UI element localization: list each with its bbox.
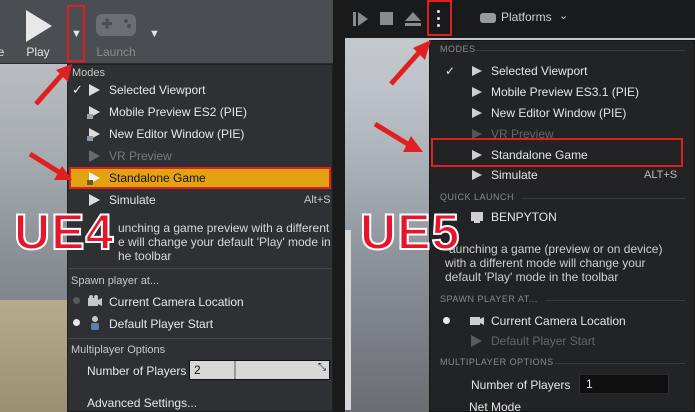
spawn-header: Spawn player at... [71, 275, 160, 287]
description-line-1: aunching a game (preview or on device) [449, 242, 663, 256]
launch-button-label: Launch [96, 45, 136, 59]
mode-new-editor-window[interactable]: New Editor Window (PIE) [491, 106, 626, 120]
play-button-label: Play [26, 45, 50, 59]
mode-selected-viewport[interactable]: Selected Viewport [491, 64, 588, 78]
mode-standalone-game[interactable]: Standalone Game [491, 148, 588, 162]
divider [545, 300, 685, 301]
camera-icon [88, 295, 102, 306]
mode-new-editor-window[interactable]: New Editor Window (PIE) [109, 127, 244, 141]
annotation-box [427, 0, 452, 36]
mode-standalone-game[interactable]: Standalone Game [109, 171, 206, 185]
description-line-2: e will change your default 'Play' mode i… [118, 235, 331, 249]
partial-toolbar-button[interactable]: e [0, 4, 8, 60]
spawn-default-player-start[interactable]: Default Player Start [109, 317, 213, 331]
description-line-3: he toolbar [118, 249, 172, 263]
launch-button[interactable]: Launch [90, 4, 142, 60]
annotation-arrow-icon [34, 64, 72, 106]
chevron-down-icon: ▼ [149, 28, 160, 40]
num-players-input[interactable]: 2 ⤡ [189, 360, 330, 380]
chevron-down-icon: ⌄ [559, 10, 569, 22]
spawn-current-camera[interactable]: Current Camera Location [109, 295, 244, 309]
spawn-current-camera[interactable]: Current Camera Location [491, 314, 626, 328]
ue4-panel: e Play ▼ Launch ▼ Modes ✓ Selected Viewp… [0, 0, 333, 412]
mobile-preview-icon [472, 87, 482, 97]
ue4-toolbar: e Play ▼ Launch ▼ [0, 0, 333, 64]
annotation-arrow-icon [389, 40, 431, 86]
radio-current-camera[interactable] [443, 317, 450, 324]
multiplayer-header: Multiplayer Options [71, 344, 166, 356]
viewport-sand [0, 300, 70, 412]
divider [521, 198, 685, 199]
mode-simulate[interactable]: Simulate [109, 193, 156, 207]
play-icon [472, 66, 482, 76]
num-players-label: Number of Players [87, 364, 187, 378]
stop-icon[interactable] [379, 11, 395, 27]
mobile-preview-icon [87, 106, 100, 119]
annotation-arrow-icon [28, 151, 72, 180]
ue5-toolbar: Platforms ⌄ [345, 0, 695, 38]
net-mode-label[interactable]: Net Mode [469, 400, 521, 412]
spawn-header: SPAWN PLAYER AT... [440, 294, 538, 304]
play-icon [89, 84, 100, 96]
multiplayer-header: MULTIPLAYER OPTIONS [440, 357, 554, 367]
mode-mobile-preview[interactable]: Mobile Preview ES2 (PIE) [109, 105, 247, 119]
standalone-icon [87, 172, 100, 185]
ue5-panel: Platforms ⌄ MODES ✓ Selected Viewport Mo… [345, 0, 695, 412]
radio-default-player-start[interactable] [73, 319, 80, 326]
quick-launch-header: QUICK LAUNCH [440, 192, 515, 202]
divider [475, 50, 685, 51]
annotation-box [67, 5, 85, 62]
num-players-value: 2 [194, 363, 201, 377]
viewport-edge [345, 230, 351, 410]
num-players-input[interactable]: 1 [579, 374, 669, 394]
platforms-label: Platforms [501, 10, 552, 24]
checkmark-icon: ✓ [445, 64, 456, 78]
divider [68, 338, 332, 339]
modes-header: MODES [440, 44, 476, 54]
player-start-icon [471, 335, 482, 347]
quick-launch-device[interactable]: BENPYTON [491, 210, 557, 224]
mode-selected-viewport[interactable]: Selected Viewport [109, 83, 206, 97]
num-players-label: Number of Players [471, 378, 571, 392]
camera-icon [470, 317, 484, 325]
partial-button-label: e [0, 45, 5, 59]
simulate-icon [472, 170, 482, 180]
player-start-icon [91, 316, 99, 330]
device-icon [471, 212, 483, 223]
description-line-3: default 'Play' mode in the toolbar [445, 270, 619, 284]
ue5-label: UE5 [359, 203, 461, 261]
eject-icon[interactable] [404, 11, 422, 27]
num-players-value: 1 [586, 377, 593, 391]
mode-vr-preview: VR Preview [109, 149, 172, 163]
vr-icon [89, 150, 100, 162]
resize-icon: ⤡ [318, 362, 326, 373]
mode-mobile-preview[interactable]: Mobile Preview ES3.1 (PIE) [491, 85, 639, 99]
advanced-settings[interactable]: Advanced Settings... [87, 396, 197, 410]
mode-simulate[interactable]: Simulate [491, 168, 538, 182]
description-line-2: with a different mode will change your [445, 256, 646, 270]
play-icon [26, 10, 52, 42]
description-line-1: unching a game preview with a different [118, 221, 330, 235]
new-window-icon [87, 128, 100, 141]
skip-play-icon[interactable] [353, 11, 369, 27]
radio-current-camera[interactable] [73, 297, 80, 304]
slider-divider [234, 361, 236, 379]
gamepad-icon [480, 13, 496, 23]
new-window-icon [472, 108, 482, 118]
ue4-label: UE4 [13, 203, 115, 261]
divider [68, 268, 332, 269]
gamepad-icon [96, 14, 136, 36]
simulate-shortcut: Alt+S [304, 194, 331, 206]
spawn-default-player-start: Default Player Start [491, 334, 596, 348]
annotation-arrow-icon [373, 121, 423, 152]
launch-options-dropdown[interactable]: ▼ [146, 4, 162, 60]
play-button[interactable]: Play [14, 4, 62, 60]
standalone-icon [472, 150, 482, 160]
simulate-shortcut: ALT+S [644, 169, 678, 181]
divider [555, 363, 685, 364]
